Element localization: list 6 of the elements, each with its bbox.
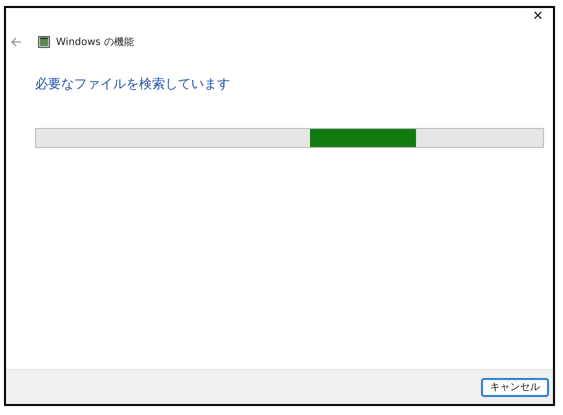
window-title: Windows の機能 [56, 36, 134, 49]
back-arrow-icon[interactable] [10, 36, 22, 48]
close-button[interactable]: ✕ [527, 8, 549, 24]
cancel-button[interactable]: キャンセル [481, 378, 549, 396]
window-app-icon [38, 36, 50, 48]
status-heading: 必要なファイルを検索しています [35, 76, 231, 93]
